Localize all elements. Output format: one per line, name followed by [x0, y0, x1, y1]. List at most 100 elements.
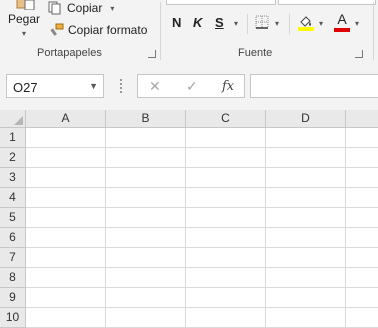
cell[interactable]: [26, 228, 106, 248]
cell[interactable]: [266, 168, 346, 188]
cell[interactable]: [106, 148, 186, 168]
cell[interactable]: [186, 308, 266, 328]
cell[interactable]: [106, 228, 186, 248]
cell[interactable]: [266, 228, 346, 248]
formula-buttons: ✕ ✓ fx: [137, 74, 245, 98]
cell[interactable]: [106, 208, 186, 228]
name-box-dropdown-icon[interactable]: ▼: [89, 81, 98, 91]
cell[interactable]: [186, 228, 266, 248]
cell[interactable]: [266, 128, 346, 148]
cell[interactable]: [346, 248, 378, 268]
cell[interactable]: [266, 208, 346, 228]
select-all-corner[interactable]: [0, 110, 26, 128]
cell[interactable]: [186, 168, 266, 188]
row-header-9[interactable]: 9: [0, 288, 26, 308]
cell[interactable]: [106, 288, 186, 308]
cell[interactable]: [186, 288, 266, 308]
paste-dropdown-icon[interactable]: ▾: [22, 29, 26, 38]
formula-input[interactable]: [250, 74, 378, 98]
cell[interactable]: [106, 248, 186, 268]
cell[interactable]: [346, 168, 378, 188]
row-header-7[interactable]: 7: [0, 248, 26, 268]
cell[interactable]: [346, 308, 378, 328]
cell[interactable]: [26, 128, 106, 148]
clipboard-launcher-icon[interactable]: [148, 50, 156, 58]
cell[interactable]: [186, 268, 266, 288]
cell[interactable]: [346, 228, 378, 248]
cell[interactable]: [186, 248, 266, 268]
insert-function-button[interactable]: fx: [222, 79, 234, 94]
formula-bar-resize-handle[interactable]: [120, 79, 122, 93]
cell[interactable]: [106, 168, 186, 188]
cell[interactable]: [346, 288, 378, 308]
name-box[interactable]: O27 ▼: [6, 74, 104, 98]
cell[interactable]: [186, 128, 266, 148]
cell[interactable]: [106, 308, 186, 328]
column-header-b[interactable]: B: [106, 110, 186, 128]
cell[interactable]: [26, 288, 106, 308]
font-color-dropdown-icon[interactable]: ▾: [355, 19, 359, 28]
copy-button[interactable]: Copiar ▾: [48, 0, 114, 16]
bold-button[interactable]: N: [172, 15, 181, 30]
borders-dropdown-icon[interactable]: ▾: [275, 19, 279, 28]
cell[interactable]: [26, 248, 106, 268]
cell[interactable]: [106, 188, 186, 208]
underline-dropdown-icon[interactable]: ▾: [234, 19, 238, 28]
cell[interactable]: [266, 248, 346, 268]
cell[interactable]: [346, 188, 378, 208]
cell[interactable]: [346, 268, 378, 288]
cell[interactable]: [186, 188, 266, 208]
cell[interactable]: [266, 188, 346, 208]
borders-icon[interactable]: [255, 15, 269, 29]
cell[interactable]: [186, 208, 266, 228]
row-header-4[interactable]: 4: [0, 188, 26, 208]
fill-color-dropdown-icon[interactable]: ▾: [319, 19, 323, 28]
cell[interactable]: [106, 268, 186, 288]
name-box-value: O27: [13, 80, 38, 95]
font-color-button[interactable]: A: [334, 12, 350, 32]
ribbon: Pegar ▾ Copiar ▾ Copiar formato Portapap…: [0, 0, 378, 65]
cell[interactable]: [346, 148, 378, 168]
cell[interactable]: [266, 288, 346, 308]
paste-label: Pegar: [7, 12, 41, 26]
italic-button[interactable]: K: [193, 15, 202, 30]
format-painter-label: Copiar formato: [68, 23, 148, 37]
cell[interactable]: [266, 308, 346, 328]
copy-icon: [48, 1, 61, 15]
fill-color-icon[interactable]: [297, 13, 315, 31]
column-header-c[interactable]: C: [186, 110, 266, 128]
cell[interactable]: [106, 128, 186, 148]
row-header-10[interactable]: 10: [0, 308, 26, 328]
row-header-5[interactable]: 5: [0, 208, 26, 228]
column-header-d[interactable]: D: [266, 110, 346, 128]
select-all-triangle-icon: [14, 116, 23, 125]
cell[interactable]: [186, 148, 266, 168]
cell[interactable]: [346, 128, 378, 148]
underline-button[interactable]: S: [215, 15, 224, 30]
cell[interactable]: [266, 268, 346, 288]
cancel-icon[interactable]: ✕: [149, 78, 161, 95]
cell[interactable]: [266, 148, 346, 168]
row-header-8[interactable]: 8: [0, 268, 26, 288]
row-header-1[interactable]: 1: [0, 128, 26, 148]
font-name-box[interactable]: [166, 0, 276, 5]
cell[interactable]: [346, 208, 378, 228]
cell[interactable]: [26, 308, 106, 328]
cell[interactable]: [26, 208, 106, 228]
ribbon-separator: [373, 2, 374, 60]
copy-dropdown-icon[interactable]: ▾: [110, 4, 114, 13]
font-color-letter: A: [337, 11, 347, 27]
column-header-a[interactable]: A: [26, 110, 106, 128]
cell[interactable]: [26, 268, 106, 288]
cell[interactable]: [26, 188, 106, 208]
font-launcher-icon[interactable]: [355, 50, 363, 58]
row-header-2[interactable]: 2: [0, 148, 26, 168]
row-header-6[interactable]: 6: [0, 228, 26, 248]
column-header-partial[interactable]: [346, 110, 378, 128]
row-header-3[interactable]: 3: [0, 168, 26, 188]
font-size-box[interactable]: [278, 0, 376, 5]
format-painter-button[interactable]: Copiar formato: [50, 22, 147, 38]
cell[interactable]: [26, 168, 106, 188]
enter-icon[interactable]: ✓: [186, 78, 198, 95]
cell[interactable]: [26, 148, 106, 168]
